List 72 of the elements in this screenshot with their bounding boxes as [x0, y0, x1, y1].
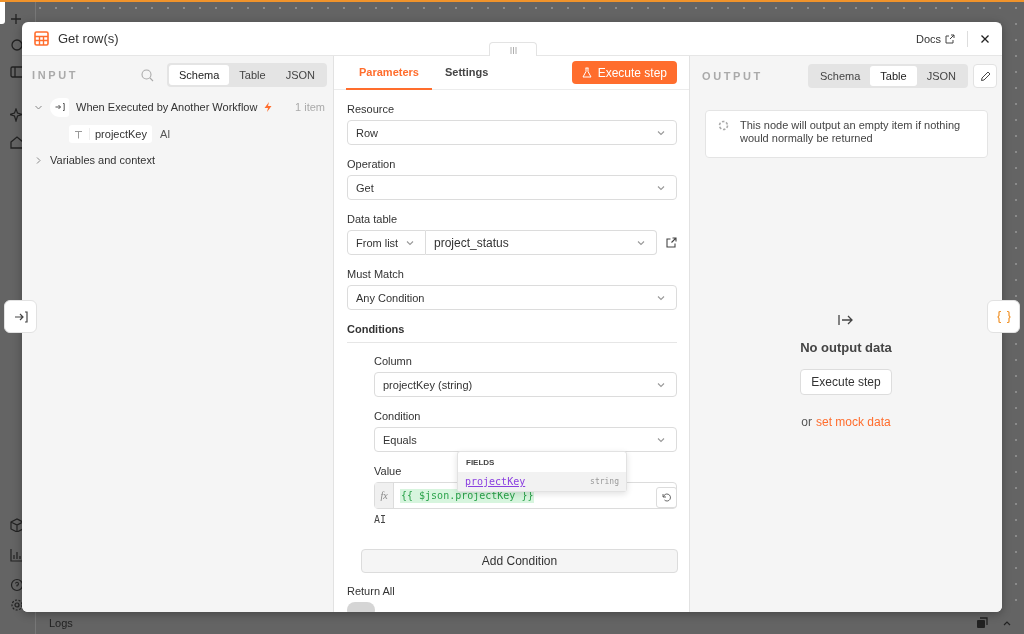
select-field[interactable]: Any Condition	[347, 285, 677, 310]
external-link-icon[interactable]	[666, 237, 677, 248]
view-tab[interactable]: JSON	[275, 65, 325, 85]
panel-icon[interactable]	[10, 65, 22, 79]
select-field[interactable]: Row	[347, 120, 677, 145]
home-icon[interactable]	[10, 135, 22, 149]
search-icon[interactable]	[10, 38, 22, 52]
settings-icon[interactable]	[10, 598, 22, 612]
field-label: Resource	[347, 103, 396, 115]
trigger-node-icon	[50, 97, 69, 117]
field-label: Operation	[347, 158, 397, 170]
schema-field[interactable]: projectKey	[69, 125, 152, 143]
select-field[interactable]: Get	[347, 175, 677, 200]
pencil-icon	[979, 70, 991, 82]
chevron-right-icon[interactable]	[34, 155, 43, 165]
external-link-icon	[945, 33, 955, 44]
help-icon[interactable]	[10, 578, 22, 592]
flask-icon	[581, 67, 592, 78]
add-condition-button[interactable]: Add Condition	[361, 549, 678, 573]
popout-icon[interactable]	[976, 617, 988, 629]
docs-link[interactable]: Docs	[915, 32, 955, 45]
field-label: Column	[374, 355, 413, 367]
sparkle-icon[interactable]	[10, 108, 22, 122]
collapse-input-button[interactable]	[4, 300, 37, 333]
view-tab[interactable]: JSON	[916, 66, 966, 86]
section-label[interactable]: Variables and context	[50, 154, 155, 166]
undo-icon	[662, 493, 671, 502]
json-button[interactable]	[987, 300, 1020, 333]
arrow-from-bar-icon	[838, 314, 854, 326]
field-label: Return All	[347, 585, 396, 597]
panel-heading: INPUT	[32, 69, 78, 81]
braces-icon	[996, 309, 1011, 324]
chart-icon[interactable]	[10, 548, 22, 562]
popup-heading: FIELDS	[465, 457, 496, 469]
suggestion-item[interactable]: projectKey string	[458, 472, 626, 491]
lightning-icon	[264, 102, 273, 112]
close-icon[interactable]	[980, 33, 990, 44]
field-label: Condition	[374, 410, 422, 422]
mode-select[interactable]: From list	[347, 230, 426, 255]
empty-state-title: No output data	[800, 340, 892, 355]
view-tab[interactable]: Table	[870, 66, 917, 86]
spinner-icon	[718, 120, 729, 131]
field-tag: AI	[374, 514, 677, 525]
text-type-icon	[74, 129, 83, 139]
box-icon[interactable]	[10, 518, 22, 532]
reset-button[interactable]	[656, 487, 677, 508]
field-label: Value	[374, 465, 403, 477]
field-label: Data table	[347, 213, 399, 225]
select-field[interactable]: project_status	[426, 230, 657, 255]
table-icon	[34, 31, 49, 46]
grip-icon	[509, 46, 517, 54]
arrow-into-bracket-icon	[13, 310, 28, 323]
panel-heading: OUTPUT	[702, 70, 763, 82]
view-tab[interactable]: Schema	[810, 66, 871, 86]
section-heading: Conditions	[347, 323, 677, 343]
node-name: When Executed by Another Workflow	[76, 101, 258, 113]
edit-button[interactable]	[973, 64, 997, 88]
field-tag: AI	[160, 128, 171, 140]
view-tab[interactable]: Schema	[169, 65, 230, 85]
caret-up-icon[interactable]	[1002, 619, 1012, 627]
execute-step-button[interactable]: Execute step	[800, 369, 892, 395]
view-tab[interactable]: Table	[229, 65, 276, 85]
select-field[interactable]: projectKey (string)	[374, 372, 677, 397]
plus-icon[interactable]	[10, 13, 22, 25]
panel-tab[interactable]: Settings	[431, 56, 502, 90]
search-icon[interactable]	[141, 68, 154, 82]
select-field[interactable]: Equals	[374, 427, 677, 452]
item-count: 1 item	[295, 101, 325, 113]
notice-text: This node will output an empty item if nothing would normally be returned	[740, 119, 962, 146]
window-title: Get row(s)	[58, 31, 119, 46]
mock-prefix: or	[801, 415, 812, 429]
field-label: Must Match	[347, 268, 405, 280]
